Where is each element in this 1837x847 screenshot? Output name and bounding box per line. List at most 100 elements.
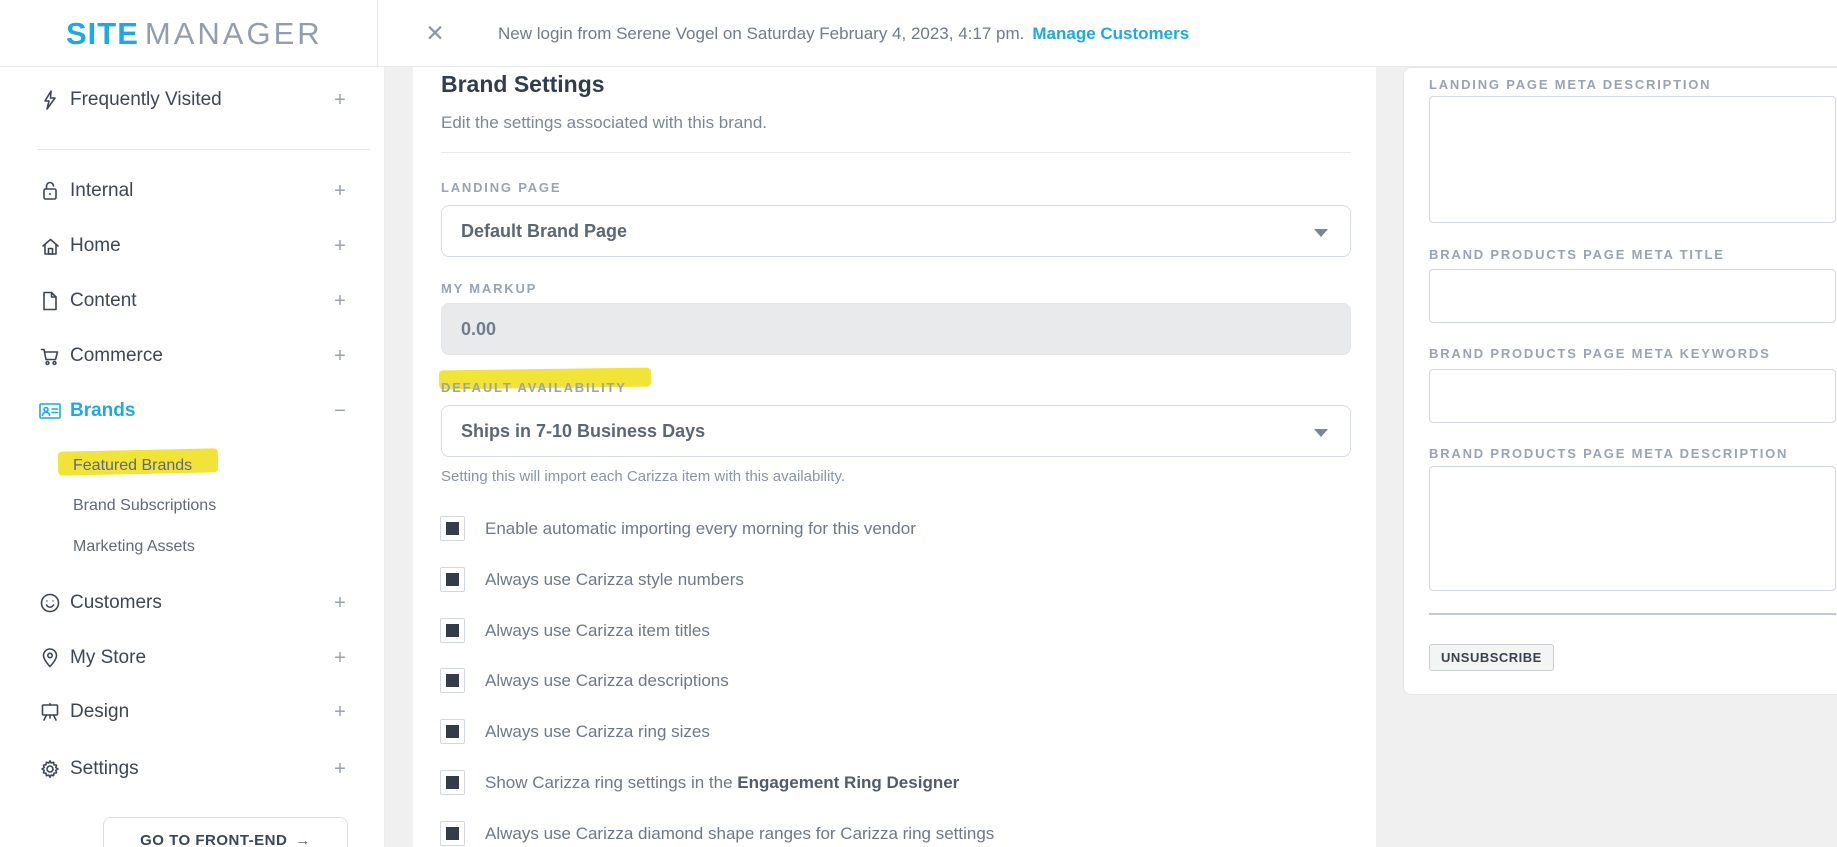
my-markup-value: 0.00 [461, 319, 496, 340]
checkbox-checked-mark [446, 522, 459, 535]
sidebar-item-settings[interactable]: Settings + [0, 752, 385, 786]
expand-plus-icon[interactable]: + [330, 758, 350, 781]
checkbox[interactable] [440, 770, 465, 795]
sidebar-item-label: Frequently Visited [70, 89, 222, 111]
sidebar-item-internal[interactable]: Internal + [0, 174, 385, 208]
checkbox-label: Always use Carizza ring sizes [485, 722, 710, 742]
sidebar-item-home[interactable]: Home + [0, 229, 385, 263]
checkbox-row-item-titles: Always use Carizza item titles [440, 618, 710, 643]
sidebar-item-brands[interactable]: Brands − [0, 394, 385, 428]
expand-plus-icon[interactable]: + [330, 235, 350, 258]
collapse-minus-icon[interactable]: − [330, 400, 350, 423]
checkbox-label: Always use Carizza descriptions [485, 671, 729, 691]
notification-text: New login from Serene Vogel on Saturday … [498, 24, 1024, 44]
logo-site: SITE [66, 16, 139, 52]
page-title: Brand Settings [441, 71, 605, 98]
checkbox[interactable] [440, 719, 465, 744]
sidebar-subitem-brand-subscriptions[interactable]: Brand Subscriptions [0, 493, 385, 519]
products-meta-keywords-input[interactable] [1429, 369, 1836, 423]
sidebar-item-label: Settings [70, 758, 139, 780]
meta-settings-panel: LANDING PAGE META DESCRIPTION BRAND PROD… [1403, 67, 1837, 695]
sidebar-item-my-store[interactable]: My Store + [0, 641, 385, 675]
easel-icon [38, 700, 62, 724]
expand-plus-icon[interactable]: + [330, 647, 350, 670]
checkbox-row-diamond-shapes: Always use Carizza diamond shape ranges … [440, 821, 994, 846]
unsubscribe-label: UNSUBSCRIBE [1441, 650, 1542, 665]
availability-helper-text: Setting this will import each Carizza it… [441, 468, 845, 485]
unsubscribe-button[interactable]: UNSUBSCRIBE [1429, 644, 1554, 671]
checkbox-label: Always use Carizza style numbers [485, 570, 744, 590]
expand-plus-icon[interactable]: + [330, 180, 350, 203]
sidebar-subitem-label: Marketing Assets [73, 538, 195, 556]
home-icon [38, 234, 62, 258]
sidebar-item-content[interactable]: Content + [0, 284, 385, 318]
checkbox-label: Show Carizza ring settings in the Engage… [485, 773, 959, 793]
expand-plus-icon[interactable]: + [330, 89, 350, 112]
checkbox-checked-mark [446, 776, 459, 789]
expand-plus-icon[interactable]: + [330, 290, 350, 313]
checkbox-checked-mark [446, 674, 459, 687]
checkbox[interactable] [440, 821, 465, 846]
checkbox-checked-mark [446, 827, 459, 840]
app-logo: SITE MANAGER [66, 0, 323, 67]
chevron-down-icon [1314, 229, 1328, 237]
checkbox[interactable] [440, 618, 465, 643]
expand-plus-icon[interactable]: + [330, 701, 350, 724]
sidebar-item-label: Design [70, 701, 129, 723]
page-subtitle: Edit the settings associated with this b… [441, 113, 767, 133]
gear-icon [38, 757, 62, 781]
products-meta-title-label: BRAND PRODUCTS PAGE META TITLE [1429, 247, 1725, 262]
checkbox[interactable] [440, 516, 465, 541]
sidebar-subitem-label: Featured Brands [73, 457, 192, 475]
checkbox-row-ring-designer: Show Carizza ring settings in the Engage… [440, 770, 959, 795]
expand-plus-icon[interactable]: + [330, 345, 350, 368]
close-icon[interactable]: ✕ [419, 17, 451, 49]
go-to-frontend-label: GO TO FRONT-END [140, 832, 287, 847]
products-meta-title-input[interactable] [1429, 269, 1836, 323]
brand-settings-panel: Brand Settings Edit the settings associa… [413, 67, 1376, 847]
sidebar-item-label: Home [70, 235, 121, 257]
default-availability-select[interactable]: Ships in 7-10 Business Days [441, 405, 1351, 457]
products-meta-keywords-label: BRAND PRODUCTS PAGE META KEYWORDS [1429, 346, 1771, 361]
checkbox-checked-mark [446, 573, 459, 586]
sidebar: Frequently Visited + Internal + Home + C… [0, 67, 385, 847]
default-availability-value: Ships in 7-10 Business Days [461, 421, 705, 442]
checkbox[interactable] [440, 567, 465, 592]
my-markup-label: MY MARKUP [441, 281, 537, 296]
checkbox-row-descriptions: Always use Carizza descriptions [440, 668, 729, 693]
sidebar-subitem-featured-brands[interactable]: Featured Brands [0, 453, 385, 479]
sidebar-item-label: Internal [70, 180, 133, 202]
sidebar-divider [37, 149, 370, 150]
logo-manager: MANAGER [145, 16, 323, 52]
sidebar-item-customers[interactable]: Customers + [0, 586, 385, 620]
checkbox[interactable] [440, 668, 465, 693]
manage-customers-link[interactable]: Manage Customers [1032, 24, 1189, 44]
arrow-right-icon: → [295, 832, 311, 847]
sidebar-item-design[interactable]: Design + [0, 695, 385, 729]
sidebar-item-frequently-visited[interactable]: Frequently Visited + [0, 83, 385, 117]
sidebar-item-label: Brands [70, 400, 135, 422]
sidebar-item-commerce[interactable]: Commerce + [0, 339, 385, 373]
header-divider [377, 0, 378, 67]
landing-page-select[interactable]: Default Brand Page [441, 205, 1351, 257]
sidebar-subitem-label: Brand Subscriptions [73, 497, 216, 515]
landing-meta-description-textarea[interactable] [1429, 96, 1836, 223]
landing-page-label: LANDING PAGE [441, 180, 561, 195]
checkbox-label: Always use Carizza item titles [485, 621, 710, 641]
default-availability-label: DEFAULT AVAILABILITY [441, 380, 627, 395]
section-divider [441, 152, 1351, 153]
chevron-down-icon [1314, 429, 1328, 437]
expand-plus-icon[interactable]: + [330, 592, 350, 615]
landing-meta-description-label: LANDING PAGE META DESCRIPTION [1429, 77, 1711, 92]
products-meta-description-label: BRAND PRODUCTS PAGE META DESCRIPTION [1429, 446, 1788, 461]
checkbox-row-style-numbers: Always use Carizza style numbers [440, 567, 744, 592]
my-markup-input[interactable]: 0.00 [441, 303, 1351, 355]
sidebar-item-label: Commerce [70, 345, 163, 367]
smiley-icon [38, 591, 62, 615]
sidebar-item-label: Content [70, 290, 137, 312]
landing-page-value: Default Brand Page [461, 221, 627, 242]
lock-icon [38, 179, 62, 203]
sidebar-subitem-marketing-assets[interactable]: Marketing Assets [0, 534, 385, 560]
go-to-frontend-button[interactable]: GO TO FRONT-END → [103, 817, 348, 847]
products-meta-description-textarea[interactable] [1429, 466, 1836, 591]
